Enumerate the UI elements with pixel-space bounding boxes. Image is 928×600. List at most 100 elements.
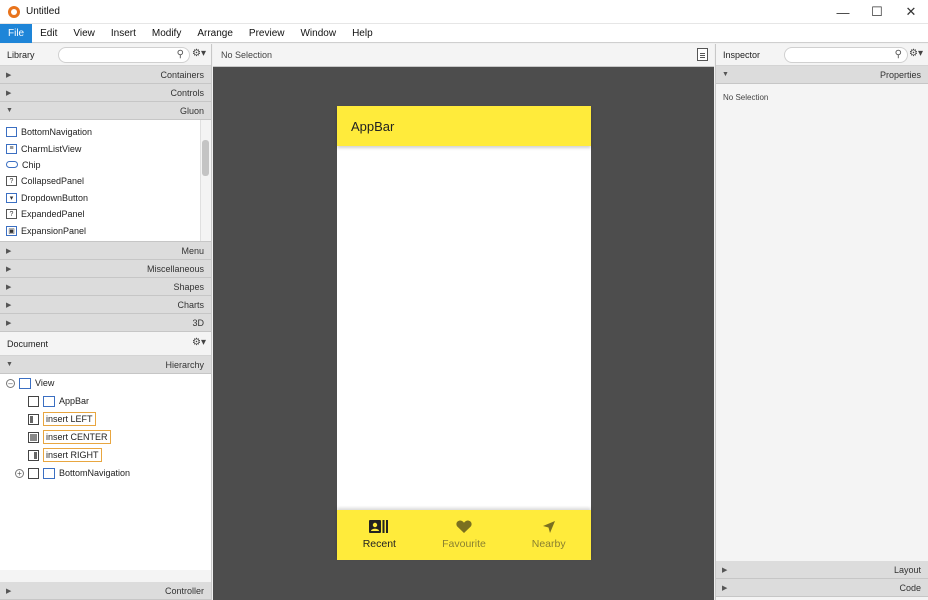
slot-right-icon: [28, 449, 39, 461]
tree-node-insert-right[interactable]: insert RIGHT: [28, 446, 102, 464]
library-header: Library ⚲ ⚙▾: [0, 44, 211, 66]
menu-file[interactable]: File: [0, 23, 33, 43]
menu-view[interactable]: View: [65, 24, 103, 43]
tree-node-insert-center[interactable]: insert CENTER: [28, 428, 111, 446]
search-icon: ⚲: [176, 49, 184, 60]
nav-label-nearby: Nearby: [531, 538, 566, 550]
menu-preview[interactable]: Preview: [241, 24, 293, 43]
menu-insert[interactable]: Insert: [103, 24, 144, 43]
window-title: Untitled: [26, 6, 60, 17]
scrollbar-thumb[interactable]: [202, 140, 209, 176]
section-containers[interactable]: ▶ Containers: [0, 66, 211, 84]
listview-icon: ≡: [6, 143, 17, 154]
nav-label-recent: Recent: [362, 538, 396, 550]
canvas-header: No Selection: [213, 44, 714, 67]
inspector-no-selection: No Selection: [723, 93, 769, 102]
app-logo-icon: [8, 5, 20, 18]
tree-node-appbar[interactable]: AppBar: [28, 392, 89, 410]
minimize-button[interactable]: —: [826, 0, 860, 24]
slot-icon: [28, 395, 39, 407]
library-item-charmlistview[interactable]: ≡ CharmListView: [0, 140, 211, 156]
inspector-title: Inspector: [723, 49, 761, 60]
inspector-pane: Inspector ⚲ ⚙▾ ▼ Properties No Selection…: [715, 44, 928, 600]
contacts-icon: [369, 520, 389, 534]
collapsed-arrow-icon: ▶: [6, 283, 12, 291]
tree-node-bottomnavigation[interactable]: + BottomNavigation: [15, 464, 130, 482]
library-gear-icon[interactable]: ⚙▾: [192, 48, 206, 59]
section-miscellaneous[interactable]: ▶ Miscellaneous: [0, 260, 211, 278]
menu-modify[interactable]: Modify: [144, 24, 189, 43]
section-controls[interactable]: ▶ Controls: [0, 84, 211, 102]
expand-icon[interactable]: +: [15, 468, 24, 478]
section-3d[interactable]: ▶ 3D: [0, 314, 211, 332]
preview-appbar[interactable]: AppBar: [337, 106, 591, 146]
document-gear-icon[interactable]: ⚙▾: [192, 337, 206, 348]
collapsed-arrow-icon: ▶: [722, 566, 728, 574]
library-item-dropdownbutton[interactable]: ▾ DropdownButton: [0, 190, 211, 206]
section-controller[interactable]: ▶ Controller: [0, 582, 211, 600]
menu-arrange[interactable]: Arrange: [189, 24, 241, 43]
tree-node-view[interactable]: – View: [6, 374, 54, 392]
gluon-item-list: BottomNavigation ≡ CharmListView Chip ? …: [0, 120, 211, 242]
dropdown-icon: ▾: [6, 192, 17, 203]
slot-center-icon: [28, 431, 39, 443]
inspector-search-input[interactable]: ⚲: [784, 47, 908, 63]
menu-help[interactable]: Help: [344, 24, 381, 43]
chip-icon: [6, 161, 18, 169]
maximize-button[interactable]: ☐: [860, 0, 894, 24]
collapsed-arrow-icon: ▶: [722, 584, 728, 592]
collapsed-arrow-icon: ▶: [6, 265, 12, 273]
library-item-bottomnavigation[interactable]: BottomNavigation: [0, 124, 211, 140]
collapsed-arrow-icon: ▶: [6, 89, 12, 97]
nav-label-favourite: Favourite: [442, 538, 486, 550]
panel-icon: ▣: [6, 225, 17, 236]
library-scrollbar[interactable]: [200, 120, 211, 241]
phone-preview[interactable]: AppBar Recent Favourite Nearby: [337, 106, 591, 560]
title-bar: Untitled — ☐ ✕: [0, 0, 928, 24]
appbar-title: AppBar: [351, 118, 395, 134]
nav-button-favourite[interactable]: Favourite: [422, 510, 507, 560]
collapse-icon[interactable]: –: [6, 378, 15, 388]
selection-status: No Selection: [221, 50, 273, 60]
library-search-input[interactable]: ⚲: [58, 47, 190, 63]
section-charts[interactable]: ▶ Charts: [0, 296, 211, 314]
heart-icon: [456, 520, 472, 534]
preview-bottom-navigation[interactable]: Recent Favourite Nearby: [337, 510, 591, 560]
expanded-arrow-icon: ▼: [722, 71, 729, 78]
library-title: Library: [7, 49, 35, 60]
expanded-arrow-icon: ▼: [6, 361, 13, 368]
menu-bar: File Edit View Insert Modify Arrange Pre…: [0, 23, 928, 43]
view-node-icon: [19, 377, 31, 389]
slot-left-icon: [28, 413, 39, 425]
library-item-chip[interactable]: Chip: [0, 157, 211, 173]
collapsed-arrow-icon: ▶: [6, 247, 12, 255]
library-item-expansionpanel[interactable]: ▣ ExpansionPanel: [0, 222, 211, 238]
document-icon[interactable]: [697, 48, 708, 61]
nav-button-nearby[interactable]: Nearby: [506, 510, 591, 560]
section-menu[interactable]: ▶ Menu: [0, 242, 211, 260]
nav-button-recent[interactable]: Recent: [337, 510, 422, 560]
menu-edit[interactable]: Edit: [32, 24, 65, 43]
section-code[interactable]: ▶ Code: [716, 579, 928, 597]
left-pane: Library ⚲ ⚙▾ ▶ Containers ▶ Controls ▼ G…: [0, 44, 212, 600]
library-item-expandedpanel[interactable]: ? ExpandedPanel: [0, 206, 211, 222]
properties-area: No Selection: [716, 84, 928, 561]
expanded-arrow-icon: ▼: [6, 107, 13, 114]
library-item-collapsedpanel[interactable]: ? CollapsedPanel: [0, 173, 211, 189]
tree-node-insert-left[interactable]: insert LEFT: [28, 410, 96, 428]
inspector-gear-icon[interactable]: ⚙▾: [909, 48, 923, 59]
slot-icon: [28, 467, 39, 479]
search-icon: ⚲: [894, 49, 902, 60]
document-title: Document: [7, 338, 49, 349]
section-properties[interactable]: ▼ Properties: [716, 66, 928, 84]
collapsed-arrow-icon: ▶: [6, 71, 12, 79]
close-button[interactable]: ✕: [894, 0, 928, 24]
section-gluon[interactable]: ▼ Gluon: [0, 102, 211, 120]
section-hierarchy[interactable]: ▼ Hierarchy: [0, 356, 211, 374]
window-controls: — ☐ ✕: [826, 0, 928, 24]
section-shapes[interactable]: ▶ Shapes: [0, 278, 211, 296]
canvas-pane: No Selection AppBar Recent Favourite Nea…: [213, 44, 714, 600]
appbar-node-icon: [43, 395, 55, 407]
menu-window[interactable]: Window: [292, 24, 344, 43]
section-layout[interactable]: ▶ Layout: [716, 561, 928, 579]
